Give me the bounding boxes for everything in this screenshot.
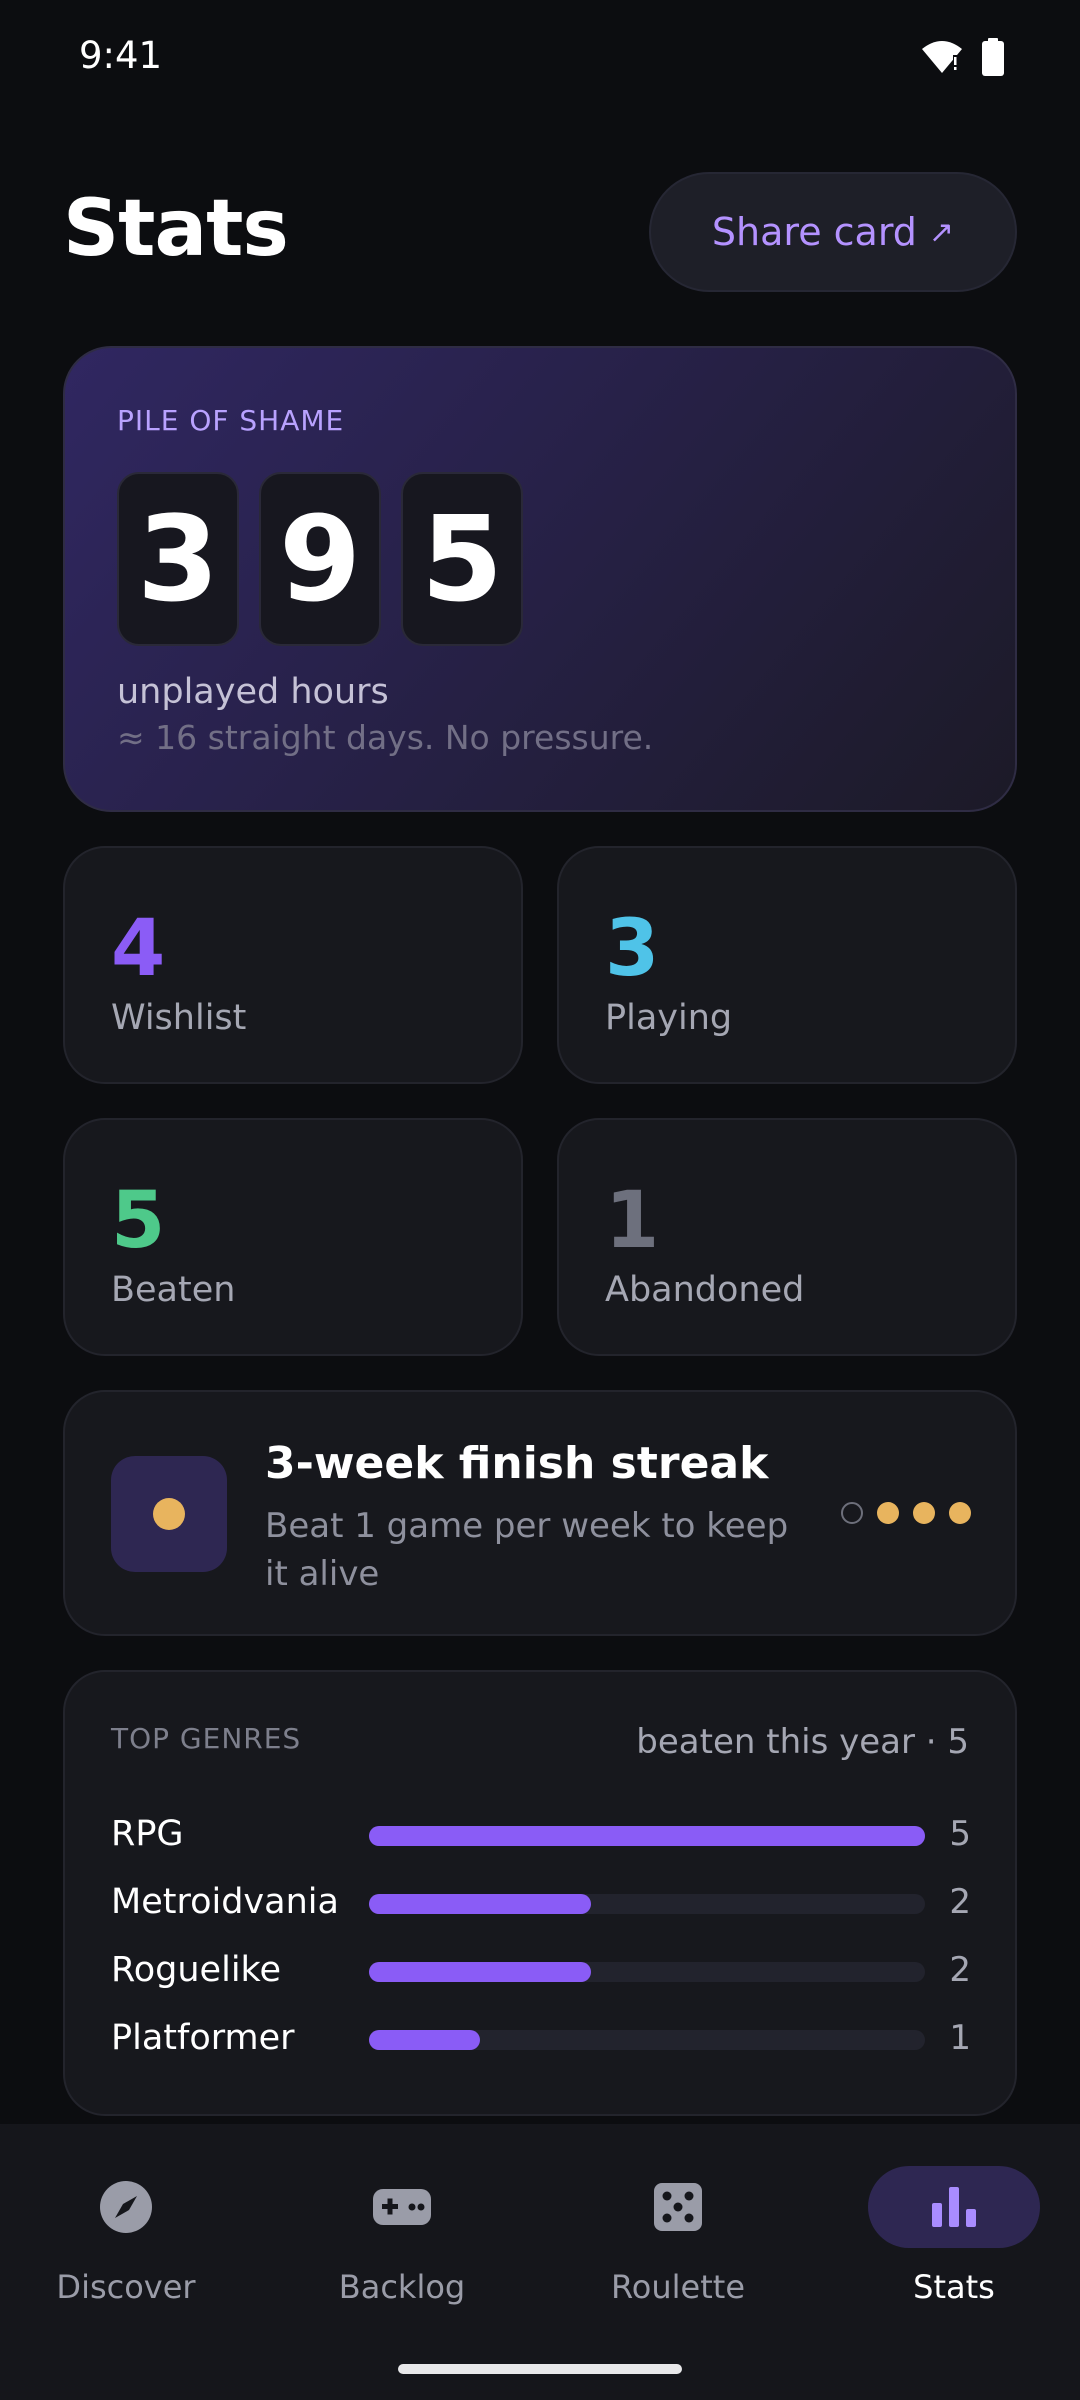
- counter-digit: 3: [117, 472, 239, 646]
- stat-value: 5: [111, 1176, 166, 1266]
- dice-icon: [654, 2183, 702, 2231]
- compass-icon: [100, 2181, 152, 2233]
- genre-bar-fill: [369, 1894, 592, 1914]
- stat-label: Playing: [605, 998, 733, 1038]
- stat-value: 1: [605, 1176, 660, 1266]
- genre-row: Roguelike 2: [111, 1946, 971, 1996]
- genre-bar-track: [369, 1894, 925, 1914]
- external-arrow-icon: ↗: [928, 214, 955, 250]
- genres-title: TOP GENRES: [111, 1722, 302, 1755]
- streak-dot-icon: [153, 1498, 185, 1530]
- genre-bar-fill: [369, 1826, 925, 1846]
- genre-name: Roguelike: [111, 1950, 282, 1990]
- streak-description: Beat 1 game per week to keep it alive: [265, 1506, 789, 1594]
- counter-digit: 5: [401, 472, 523, 646]
- nav-label: Stats: [913, 2268, 995, 2306]
- streak-progress-dots: [841, 1502, 971, 1524]
- genre-count: 1: [949, 2018, 971, 2058]
- nav-label: Backlog: [338, 2268, 466, 2306]
- page-title: Stats: [63, 184, 289, 274]
- status-icons: [920, 38, 1004, 76]
- wifi-icon: [922, 41, 962, 73]
- stat-card-playing[interactable]: 3 Playing: [557, 846, 1017, 1084]
- genre-name: Metroidvania: [111, 1882, 339, 1922]
- share-card-label: Share card: [711, 210, 917, 254]
- streak-dot-filled: [913, 1502, 935, 1524]
- genre-row: Platformer 1: [111, 2014, 971, 2064]
- streak-dot-filled: [949, 1502, 971, 1524]
- genre-row: RPG 5: [111, 1810, 971, 1860]
- genre-bar-track: [369, 1826, 925, 1846]
- nav-item-backlog[interactable]: Backlog: [302, 2156, 502, 2316]
- stat-value: 3: [605, 904, 660, 994]
- gamepad-icon: [373, 2189, 431, 2225]
- share-card-button[interactable]: Share card ↗: [649, 172, 1017, 292]
- genre-bar-track: [369, 1962, 925, 1982]
- streak-dot-empty: [841, 1502, 863, 1524]
- stat-label: Abandoned: [605, 1270, 805, 1310]
- home-indicator[interactable]: [398, 2364, 682, 2374]
- nav-label: Roulette: [610, 2268, 745, 2306]
- stat-card-wishlist[interactable]: 4 Wishlist: [63, 846, 523, 1084]
- stat-card-beaten[interactable]: 5 Beaten: [63, 1118, 523, 1356]
- status-time: 9:41: [79, 34, 163, 77]
- hours-counter: 3 9 5: [117, 472, 523, 646]
- stat-label: Beaten: [111, 1270, 236, 1310]
- genre-row: Metroidvania 2: [111, 1878, 971, 1928]
- nav-icon-wrap: [612, 2166, 744, 2248]
- bar-chart-icon: [932, 2187, 976, 2227]
- nav-label: Discover: [56, 2268, 196, 2306]
- pile-unit: unplayed hours: [117, 672, 389, 712]
- battery-icon: [982, 38, 1004, 76]
- streak-dot-filled: [877, 1502, 899, 1524]
- genre-count: 2: [949, 1950, 971, 1990]
- genres-meta: beaten this year · 5: [636, 1722, 969, 1762]
- pile-label: PILE OF SHAME: [117, 404, 345, 437]
- pile-note: ≈ 16 straight days. No pressure.: [117, 718, 654, 757]
- streak-card[interactable]: 3-week finish streak Beat 1 game per wee…: [63, 1390, 1017, 1636]
- genre-bar-track: [369, 2030, 925, 2050]
- pile-of-shame-card: PILE OF SHAME 3 9 5 unplayed hours ≈ 16 …: [63, 346, 1017, 812]
- nav-item-discover[interactable]: Discover: [26, 2156, 226, 2316]
- genre-name: RPG: [111, 1814, 184, 1854]
- nav-icon-wrap: [60, 2166, 192, 2248]
- nav-icon-wrap: [336, 2166, 468, 2248]
- stat-card-abandoned[interactable]: 1 Abandoned: [557, 1118, 1017, 1356]
- streak-title: 3-week finish streak: [265, 1438, 769, 1489]
- stat-label: Wishlist: [111, 998, 247, 1038]
- counter-digit: 9: [259, 472, 381, 646]
- genre-count: 2: [949, 1882, 971, 1922]
- stat-value: 4: [111, 904, 166, 994]
- header: Stats Share card ↗: [63, 170, 1017, 294]
- genre-name: Platformer: [111, 2018, 295, 2058]
- nav-item-stats[interactable]: Stats: [854, 2156, 1054, 2316]
- genre-count: 5: [949, 1814, 971, 1854]
- status-bar: 9:41: [0, 0, 1080, 118]
- streak-icon: [111, 1456, 227, 1572]
- nav-item-roulette[interactable]: Roulette: [578, 2156, 778, 2316]
- bottom-nav: Discover Backlog Roulette Stats: [0, 2124, 1080, 2400]
- top-genres-card: TOP GENRES beaten this year · 5 RPG 5 Metr…: [63, 1670, 1017, 2116]
- genre-bar-fill: [369, 2030, 481, 2050]
- nav-icon-wrap: [868, 2166, 1040, 2248]
- genre-bar-fill: [369, 1962, 592, 1982]
